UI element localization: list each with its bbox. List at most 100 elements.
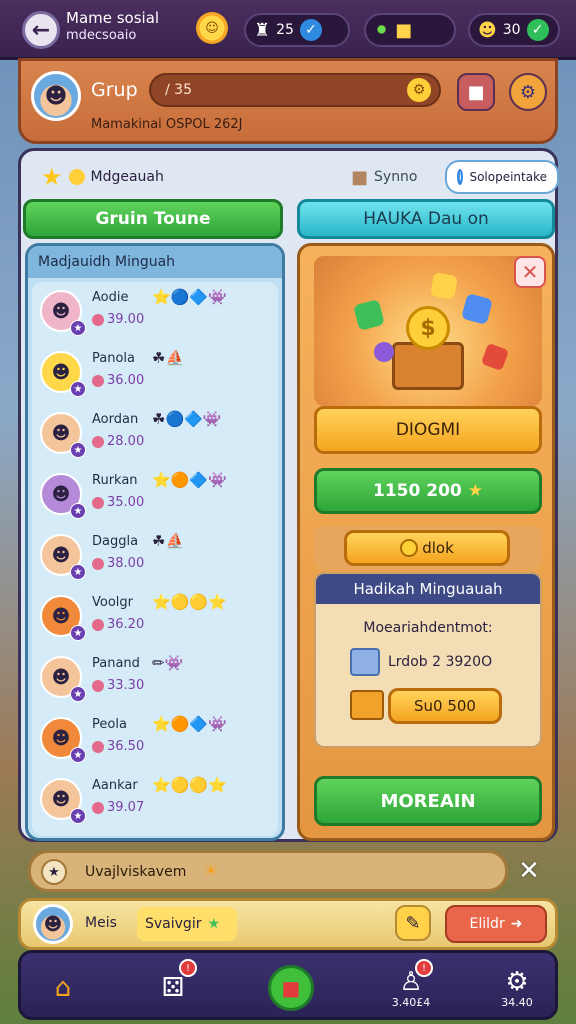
treasure-chest-image: $ xyxy=(314,256,542,406)
unlock-button[interactable]: dlok xyxy=(344,530,510,566)
tab-group-tour[interactable]: Gruin Toune xyxy=(23,199,283,239)
settings-button[interactable]: ⚙ xyxy=(509,73,547,111)
puzzle-button[interactable]: ■ xyxy=(457,73,495,111)
list-item[interactable]: ☻ ★ Peola 36.50 ⭐🟠🔷👾 xyxy=(32,709,278,769)
score-value: 39.07 xyxy=(107,800,145,815)
nav-dice[interactable]: ⚄ ! xyxy=(141,959,205,1015)
puzzle-icon: ■ xyxy=(467,81,485,103)
sun-icon[interactable]: ☺ xyxy=(196,12,228,44)
smile-icon: ☻ xyxy=(478,19,497,41)
list-item[interactable]: ☻ ★ Voolgr 36.20 ⭐🟡🟡⭐ xyxy=(32,587,278,647)
close-message-button[interactable]: ✕ xyxy=(514,856,544,886)
rank-badge-icon: ★ xyxy=(70,381,86,397)
top-bar: ← Mame sosial mdecsoaio ☺ ♜ 25 ✓ ⚫ ■ ☻ 3… xyxy=(0,0,576,60)
sun-icon: ☀ xyxy=(203,861,220,882)
coin-icon xyxy=(400,539,419,557)
tab-hauka[interactable]: HAUKA Dau on xyxy=(297,199,555,239)
rank-badge-icon: ★ xyxy=(70,503,86,519)
arrow-icon: ➜ xyxy=(510,916,523,932)
rank-badge-icon: ★ xyxy=(70,686,86,702)
reward-icons: ☘⛵ xyxy=(152,349,185,367)
profile-panel: ☻ Grup ∕ 35 ⚙ ■ ⚙ Mamakinai OSPOL 262J xyxy=(18,58,558,144)
resource-pill-1[interactable]: ♜ 25 ✓ xyxy=(244,13,350,47)
dice-icon: ⚄ xyxy=(161,973,185,1003)
castle-icon: ♜ xyxy=(254,19,271,41)
reward-icons: ⭐🟠🔷👾 xyxy=(152,715,227,733)
list-item[interactable]: ☻ ★ Aankar 39.07 ⭐🟡🟡⭐ xyxy=(32,770,278,830)
chat-input-strip: ☻ Meis Svaivgir ★ ✎ Elildr ➜ xyxy=(18,898,558,950)
player-score: 36.00 xyxy=(92,373,144,388)
nav-home[interactable]: ⌂ xyxy=(31,961,95,1015)
nav-settings[interactable]: ⚙ 34.40 xyxy=(485,961,549,1015)
list-item[interactable]: ☻ ★ Panand 33.30 ✏👾 xyxy=(32,648,278,708)
resource-1-value: 25 xyxy=(276,22,294,38)
check-icon: ✓ xyxy=(526,19,549,41)
close-icon: ✕ xyxy=(521,260,539,284)
sync-chip[interactable]: ■ Synno xyxy=(341,160,441,194)
solo-chip[interactable]: i Solopeintake xyxy=(445,160,559,194)
reward-icons: ⭐🟡🟡⭐ xyxy=(152,776,227,794)
bottom-nav: ⌂ ⚄ ! ■ ♙ 3.40£4 ! ⚙ 34.40 xyxy=(18,950,558,1020)
back-button[interactable]: ← xyxy=(22,11,60,49)
arrow-left-icon: ← xyxy=(31,17,51,43)
score-icon xyxy=(92,740,104,753)
title-text: Mame sosial xyxy=(66,9,160,27)
star-icon: ★ xyxy=(467,481,483,501)
score-value: 36.20 xyxy=(107,617,145,632)
weekly-chip[interactable]: ★ Mdgeauah xyxy=(31,160,211,194)
price-button[interactable]: 1150 200 ★ xyxy=(314,468,542,514)
rank-badge-icon: ★ xyxy=(70,564,86,580)
nav-friends[interactable]: ♙ 3.40£4 ! xyxy=(379,959,443,1015)
toolbar: ★ Mdgeauah ■ Synno i Solopeintake xyxy=(31,157,559,197)
chest-icon xyxy=(350,690,384,720)
player-score: 36.20 xyxy=(92,617,144,632)
leaderboard-card: Madjauidh Minguah ☻ ★ Aodie 39.00 ⭐🔵🔷👾 ☻ ★ Pano… xyxy=(25,243,285,841)
player-score: 39.07 xyxy=(92,800,144,815)
edit-button[interactable]: ✎ xyxy=(395,905,431,941)
list-item[interactable]: ☻ ★ Daggla 38.00 ☘⛵ xyxy=(32,526,278,586)
score-value: 36.50 xyxy=(107,739,145,754)
message-bar[interactable]: ★ Uvajlviskavem ☀ xyxy=(28,850,508,892)
send-button[interactable]: Elildr ➜ xyxy=(445,905,547,943)
mask-icon: ■ xyxy=(395,19,413,41)
score-icon xyxy=(92,679,104,692)
more-button[interactable]: MOREAIN xyxy=(314,776,542,826)
resource-pill-3[interactable]: ☻ 30 ✓ xyxy=(468,13,560,47)
cube-icon xyxy=(350,648,380,676)
avatar[interactable]: ☻ xyxy=(31,71,81,121)
reward-icons: ☘⛵ xyxy=(152,532,185,550)
close-reward-button[interactable]: ✕ xyxy=(514,256,546,288)
score-value: 33.30 xyxy=(107,678,145,693)
claim-button[interactable]: DIOGMI xyxy=(314,406,542,454)
resource-pill-2[interactable]: ⚫ ■ xyxy=(364,13,456,47)
player-name: Daggla xyxy=(92,534,139,549)
gear-icon: ⚙ xyxy=(519,81,537,103)
leaderboard-list[interactable]: ☻ ★ Aodie 39.00 ⭐🔵🔷👾 ☻ ★ Panola 36.00 ☘⛵ ☻ ★ Aordan 2… xyxy=(32,282,278,836)
nav-play[interactable]: ■ xyxy=(259,961,323,1015)
score-icon xyxy=(92,496,104,509)
player-name: Aordan xyxy=(92,412,139,427)
score-icon xyxy=(92,618,104,631)
name-field[interactable]: ∕ 35 ⚙ xyxy=(149,73,441,107)
gear-icon: ⚙ xyxy=(407,78,431,102)
chat-input[interactable]: Svaivgir ★ xyxy=(137,907,237,941)
score-value: 39.00 xyxy=(107,312,145,327)
info-icon: i xyxy=(457,169,464,185)
gem-green-icon xyxy=(353,299,385,331)
gift-buy-button[interactable]: Su0 500 xyxy=(388,688,502,724)
subtitle-text: mdecsoaio xyxy=(66,28,137,43)
home-icon: ⌂ xyxy=(54,973,72,1003)
score-value: 38.00 xyxy=(107,556,145,571)
friends-value: 3.40£4 xyxy=(391,995,431,1009)
score-icon xyxy=(92,801,104,814)
list-item[interactable]: ☻ ★ Aordan 28.00 ☘🔵🔷👾 xyxy=(32,404,278,464)
reward-icons: ⭐🟠🔷👾 xyxy=(152,471,227,489)
score-value: 35.00 xyxy=(107,495,145,510)
list-item[interactable]: ☻ ★ Rurkan 35.00 ⭐🟠🔷👾 xyxy=(32,465,278,525)
list-item[interactable]: ☻ ★ Panola 36.00 ☘⛵ xyxy=(32,343,278,403)
list-item[interactable]: ☻ ★ Aodie 39.00 ⭐🔵🔷👾 xyxy=(32,282,278,342)
score-icon xyxy=(92,435,104,448)
player-name: Rurkan xyxy=(92,473,138,488)
message-text: Uvajlviskavem xyxy=(85,864,187,880)
user-avatar[interactable]: ☻ xyxy=(33,904,73,944)
